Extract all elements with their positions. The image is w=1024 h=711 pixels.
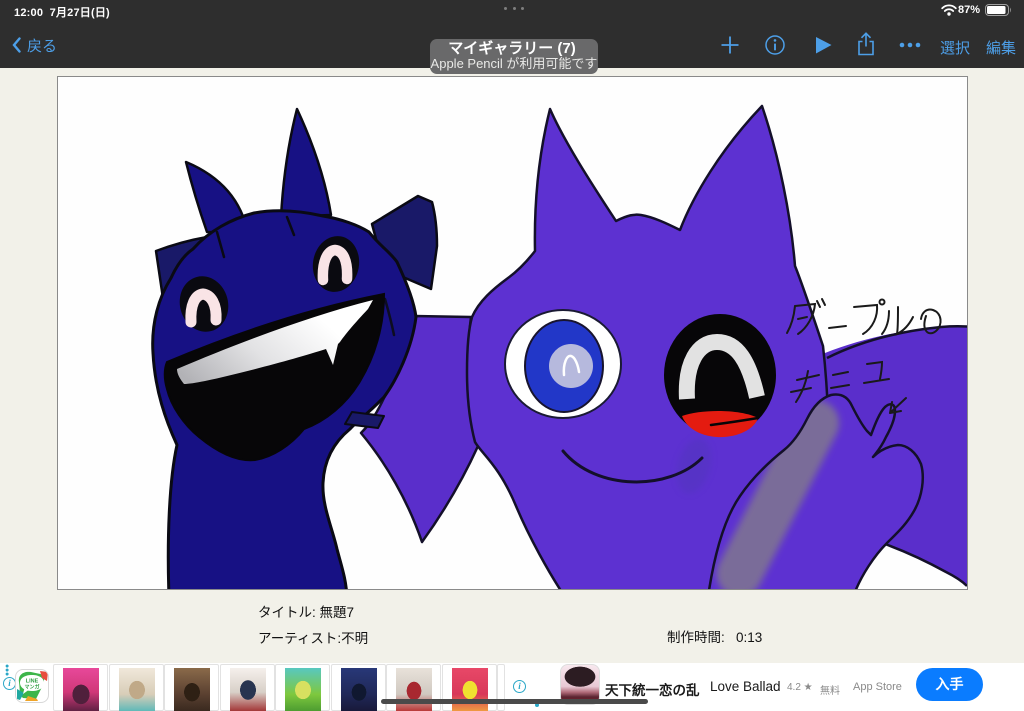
svg-text:マンガ: マンガ (24, 684, 39, 691)
